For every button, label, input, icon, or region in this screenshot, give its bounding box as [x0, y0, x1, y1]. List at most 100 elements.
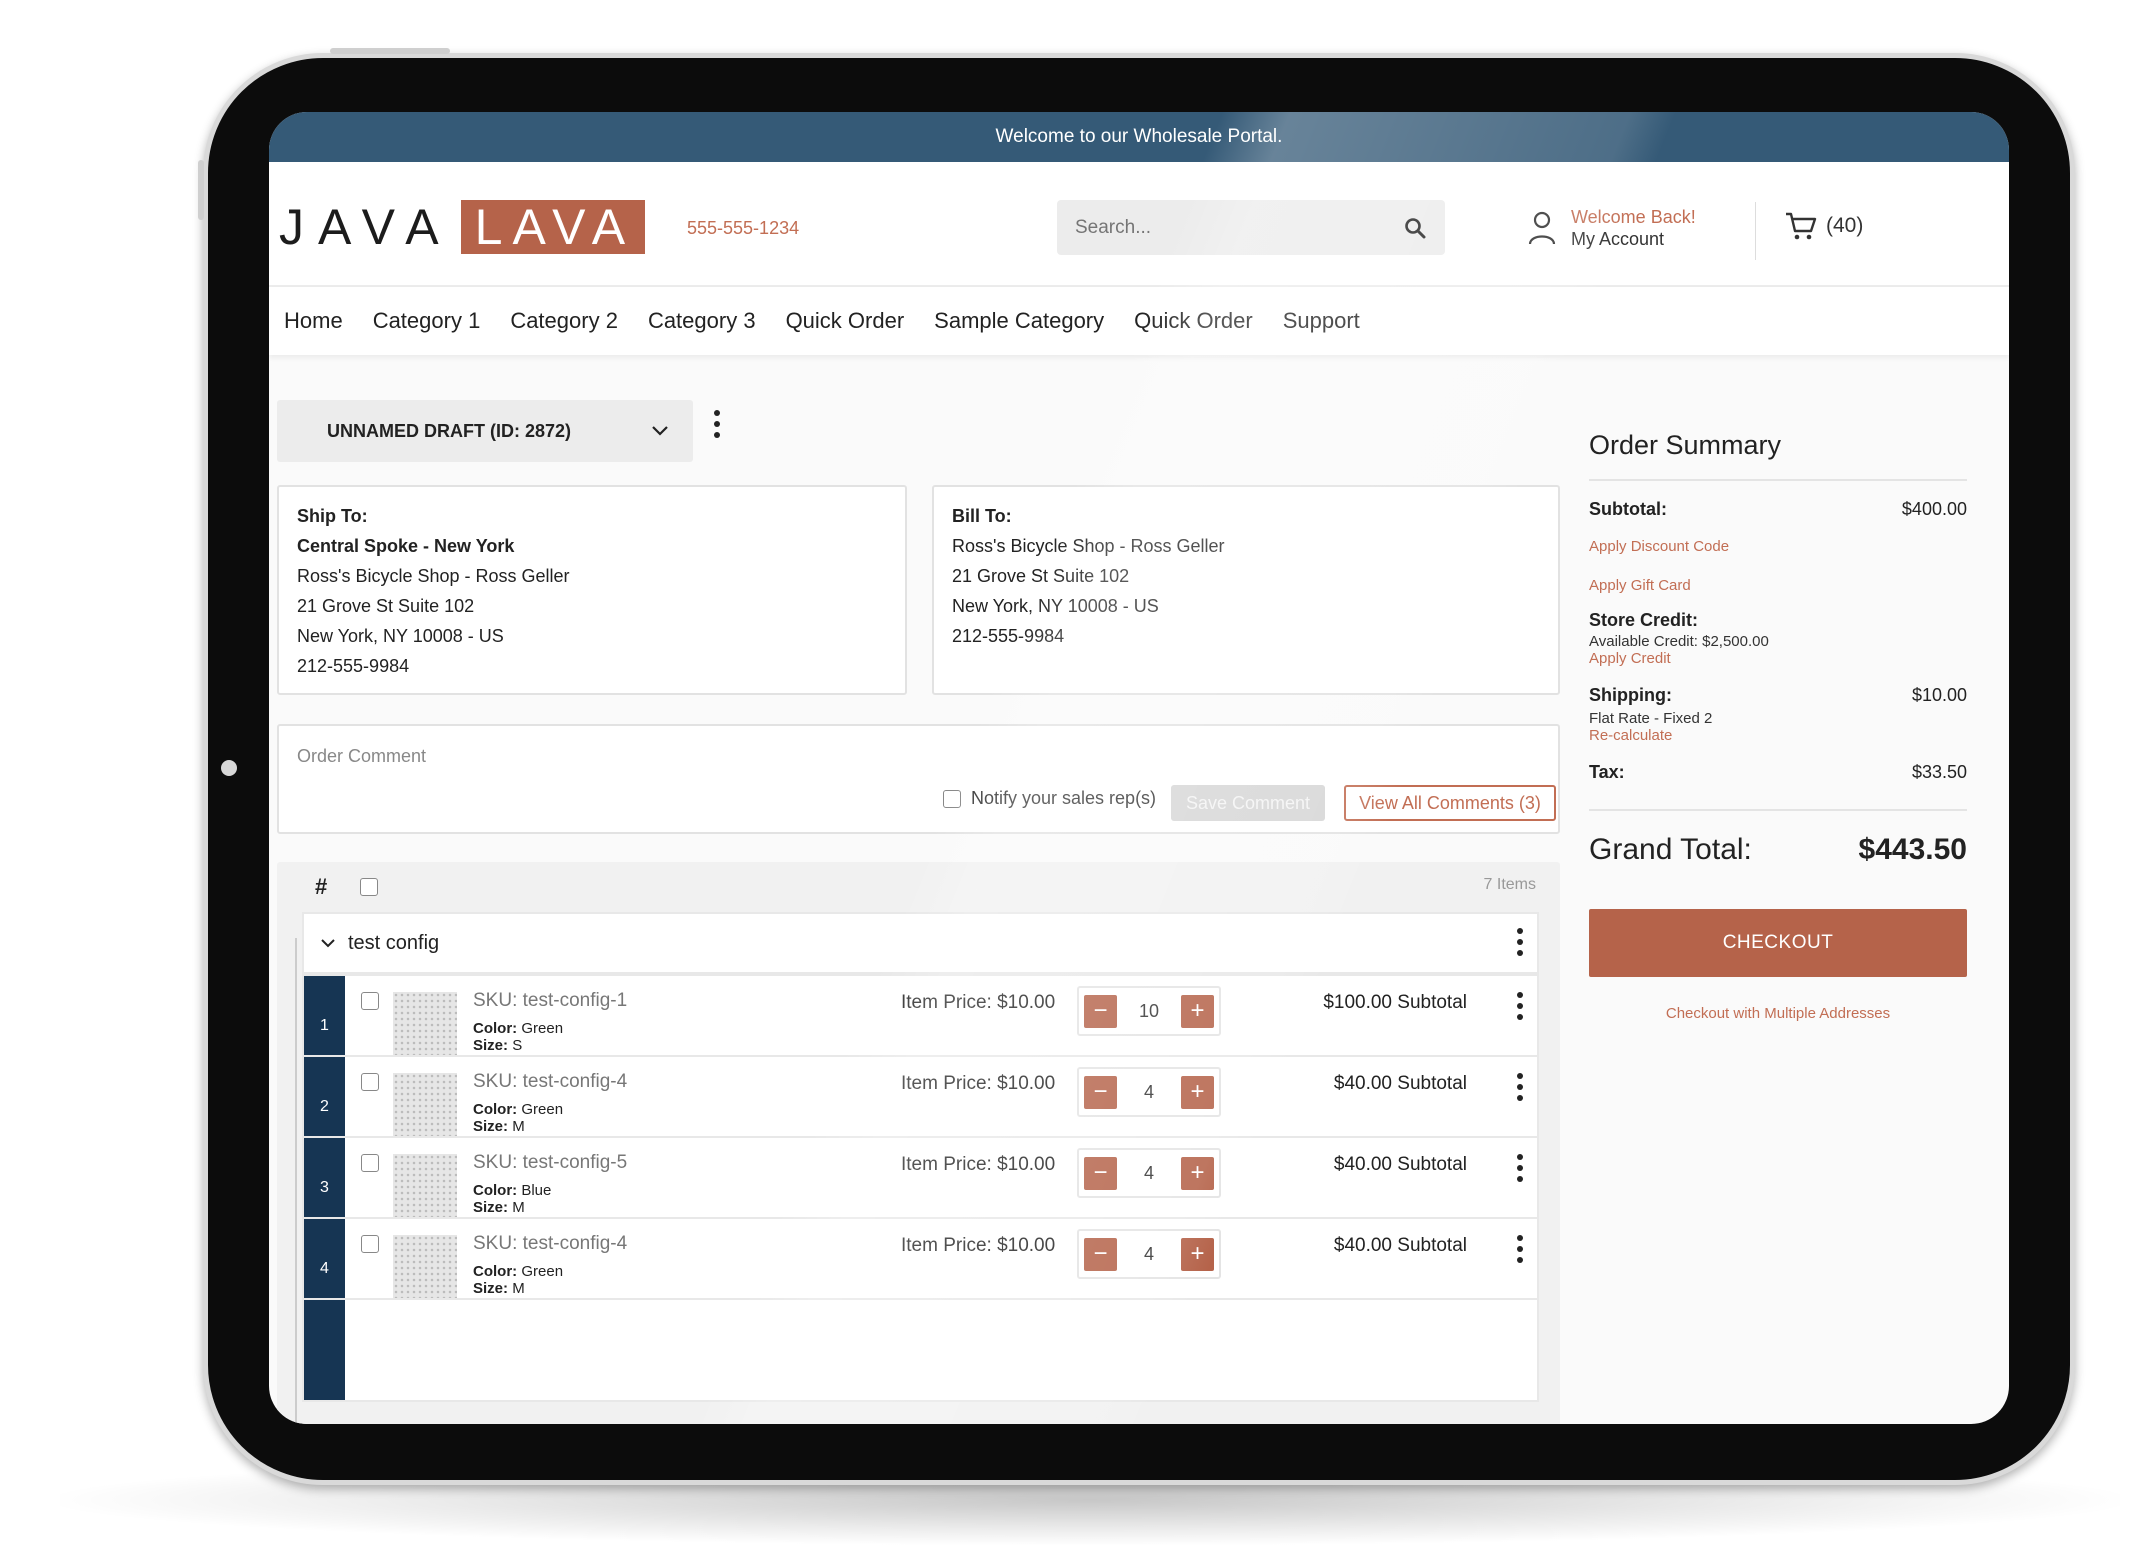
announcement-text: Welcome to our Wholesale Portal. — [995, 126, 1283, 147]
group-header[interactable]: test config — [302, 912, 1539, 974]
items-list: # 7 Items test config 1 SKU: test-config… — [277, 862, 1560, 1424]
select-all-checkbox[interactable] — [360, 878, 378, 896]
subtotal-label: Subtotal: — [1589, 499, 1667, 519]
search-input[interactable] — [1075, 216, 1403, 239]
item-size: Size: S — [473, 1037, 523, 1054]
item-menu-icon[interactable] — [1517, 992, 1523, 1020]
decrement-button[interactable]: − — [1084, 994, 1117, 1028]
item-checkbox[interactable] — [361, 992, 379, 1010]
item-price: Item Price: $10.00 — [901, 992, 1056, 1013]
chevron-down-icon[interactable] — [320, 938, 336, 949]
quantity-value[interactable]: 10 — [1139, 1001, 1159, 1022]
grand-total-label: Grand Total: — [1589, 833, 1752, 866]
draft-selector[interactable]: UNNAMED DRAFT (ID: 2872) — [277, 400, 693, 462]
view-all-comments-button[interactable]: View All Comments (3) — [1344, 785, 1556, 821]
nav-category-3[interactable]: Category 3 — [648, 308, 756, 334]
grand-total-row: Grand Total: $443.50 — [1589, 833, 1967, 867]
item-subtotal: $40.00 Subtotal — [1333, 1073, 1467, 1094]
nav-category-2[interactable]: Category 2 — [510, 308, 618, 334]
screen: Welcome to our Wholesale Portal. JAVA LA… — [269, 112, 2009, 1424]
product-thumbnail — [393, 1154, 457, 1218]
logo-lava: LAVA — [460, 200, 646, 254]
apply-gift-card-link[interactable]: Apply Gift Card — [1589, 577, 1967, 594]
product-thumbnail — [393, 1235, 457, 1299]
cart-icon — [1786, 212, 1817, 240]
nav-quick-order[interactable]: Quick Order — [786, 308, 905, 334]
item-price: Item Price: $10.00 — [901, 1154, 1056, 1175]
item-checkbox[interactable] — [361, 1073, 379, 1091]
increment-button[interactable]: + — [1181, 994, 1214, 1028]
search-icon[interactable] — [1403, 216, 1427, 240]
logo[interactable]: JAVA LAVA — [279, 199, 646, 255]
apply-credit-link[interactable]: Apply Credit — [1589, 650, 1967, 667]
increment-button[interactable]: + — [1180, 1237, 1214, 1271]
apply-discount-link[interactable]: Apply Discount Code — [1589, 538, 1967, 555]
item-checkbox[interactable] — [361, 1235, 379, 1253]
item-size: Size: M — [473, 1280, 525, 1297]
item-color: Color: Green — [473, 1020, 564, 1037]
order-comment-box[interactable]: Order Comment Notify your sales rep(s) S… — [277, 724, 1560, 834]
site-header: JAVA LAVA 555-555-1234 Welcome Back! My … — [269, 162, 2009, 287]
shipping-value: $10.00 — [1911, 685, 1967, 705]
increment-button[interactable]: + — [1180, 1075, 1214, 1109]
nav-quick-order-2[interactable]: Quick Order — [1134, 308, 1253, 334]
order-comment-placeholder: Order Comment — [297, 746, 427, 766]
item-menu-icon[interactable] — [1517, 1073, 1523, 1101]
group-name: test config — [348, 931, 440, 954]
item-sku[interactable]: SKU: test-config-5 — [473, 1152, 627, 1174]
item-color: Color: Green — [473, 1263, 564, 1280]
subtotal-row: Subtotal: $400.00 — [1589, 499, 1967, 520]
subtotal-value: $400.00 — [1901, 499, 1967, 519]
increment-button[interactable]: + — [1180, 1156, 1214, 1190]
draft-menu-icon[interactable] — [714, 410, 720, 438]
shipping-method: Flat Rate - Fixed 2 — [1589, 710, 1713, 727]
quantity-value[interactable]: 4 — [1144, 1082, 1154, 1103]
shipping-label: Shipping: — [1589, 685, 1672, 705]
item-sku[interactable]: SKU: test-config-4 — [473, 1233, 627, 1255]
product-thumbnail — [393, 992, 457, 1056]
quantity-value[interactable]: 4 — [1144, 1244, 1154, 1265]
nav-category-1[interactable]: Category 1 — [373, 308, 481, 334]
save-comment-button[interactable]: Save Comment — [1171, 785, 1325, 821]
quantity-stepper: − 4 + — [1077, 1229, 1221, 1279]
item-color: Color: Green — [473, 1101, 564, 1118]
item-sku[interactable]: SKU: test-config-1 — [473, 990, 627, 1012]
quantity-value[interactable]: 4 — [1144, 1163, 1154, 1184]
notify-checkbox[interactable] — [943, 789, 961, 808]
draft-label: UNNAMED DRAFT (ID: 2872) — [327, 420, 572, 441]
decrement-button[interactable]: − — [1084, 1156, 1117, 1190]
checkout-button[interactable]: CHECKOUT — [1589, 909, 1967, 977]
order-summary-title: Order Summary — [1589, 430, 1782, 460]
item-sku[interactable]: SKU: test-config-4 — [473, 1071, 627, 1093]
quantity-stepper: − 10 + — [1077, 986, 1221, 1036]
chevron-down-icon — [652, 426, 668, 436]
item-size: Size: M — [473, 1118, 525, 1135]
store-credit-label: Store Credit: — [1589, 610, 1699, 630]
welcome-text: Welcome Back! — [1571, 207, 1696, 227]
summary-divider — [1589, 479, 1967, 481]
item-menu-icon[interactable] — [1517, 1154, 1523, 1182]
tax-value: $33.50 — [1911, 762, 1967, 782]
nav-support[interactable]: Support — [1283, 308, 1360, 334]
decrement-button[interactable]: − — [1084, 1237, 1117, 1271]
checkout-multiple-addresses-link[interactable]: Checkout with Multiple Addresses — [1589, 1005, 1967, 1022]
device-side-button — [198, 160, 204, 220]
decrement-button[interactable]: − — [1084, 1075, 1117, 1109]
nav-sample-category[interactable]: Sample Category — [934, 308, 1104, 334]
bill-to-line: New York, NY 10008 - US — [952, 596, 1159, 616]
notify-rep[interactable]: Notify your sales rep(s) — [943, 788, 1156, 809]
cart-link[interactable]: (40) — [1784, 210, 1863, 242]
item-row-partial — [302, 1298, 1539, 1402]
phone-link[interactable]: 555-555-1234 — [687, 218, 799, 239]
nav-home[interactable]: Home — [284, 308, 343, 334]
ship-to-line: 21 Grove St Suite 102 — [297, 596, 475, 616]
shipping-row: Shipping: $10.00 — [1589, 685, 1967, 706]
recalculate-link[interactable]: Re-calculate — [1589, 727, 1967, 744]
group-guide-line — [295, 938, 297, 1424]
item-checkbox[interactable] — [361, 1154, 379, 1172]
group-menu-icon[interactable] — [1517, 928, 1523, 956]
user-icon — [1528, 211, 1556, 245]
announcement-bar: Welcome to our Wholesale Portal. — [269, 112, 2009, 162]
item-menu-icon[interactable] — [1517, 1235, 1523, 1263]
account-link[interactable]: Welcome Back! My Account — [1527, 206, 1696, 250]
